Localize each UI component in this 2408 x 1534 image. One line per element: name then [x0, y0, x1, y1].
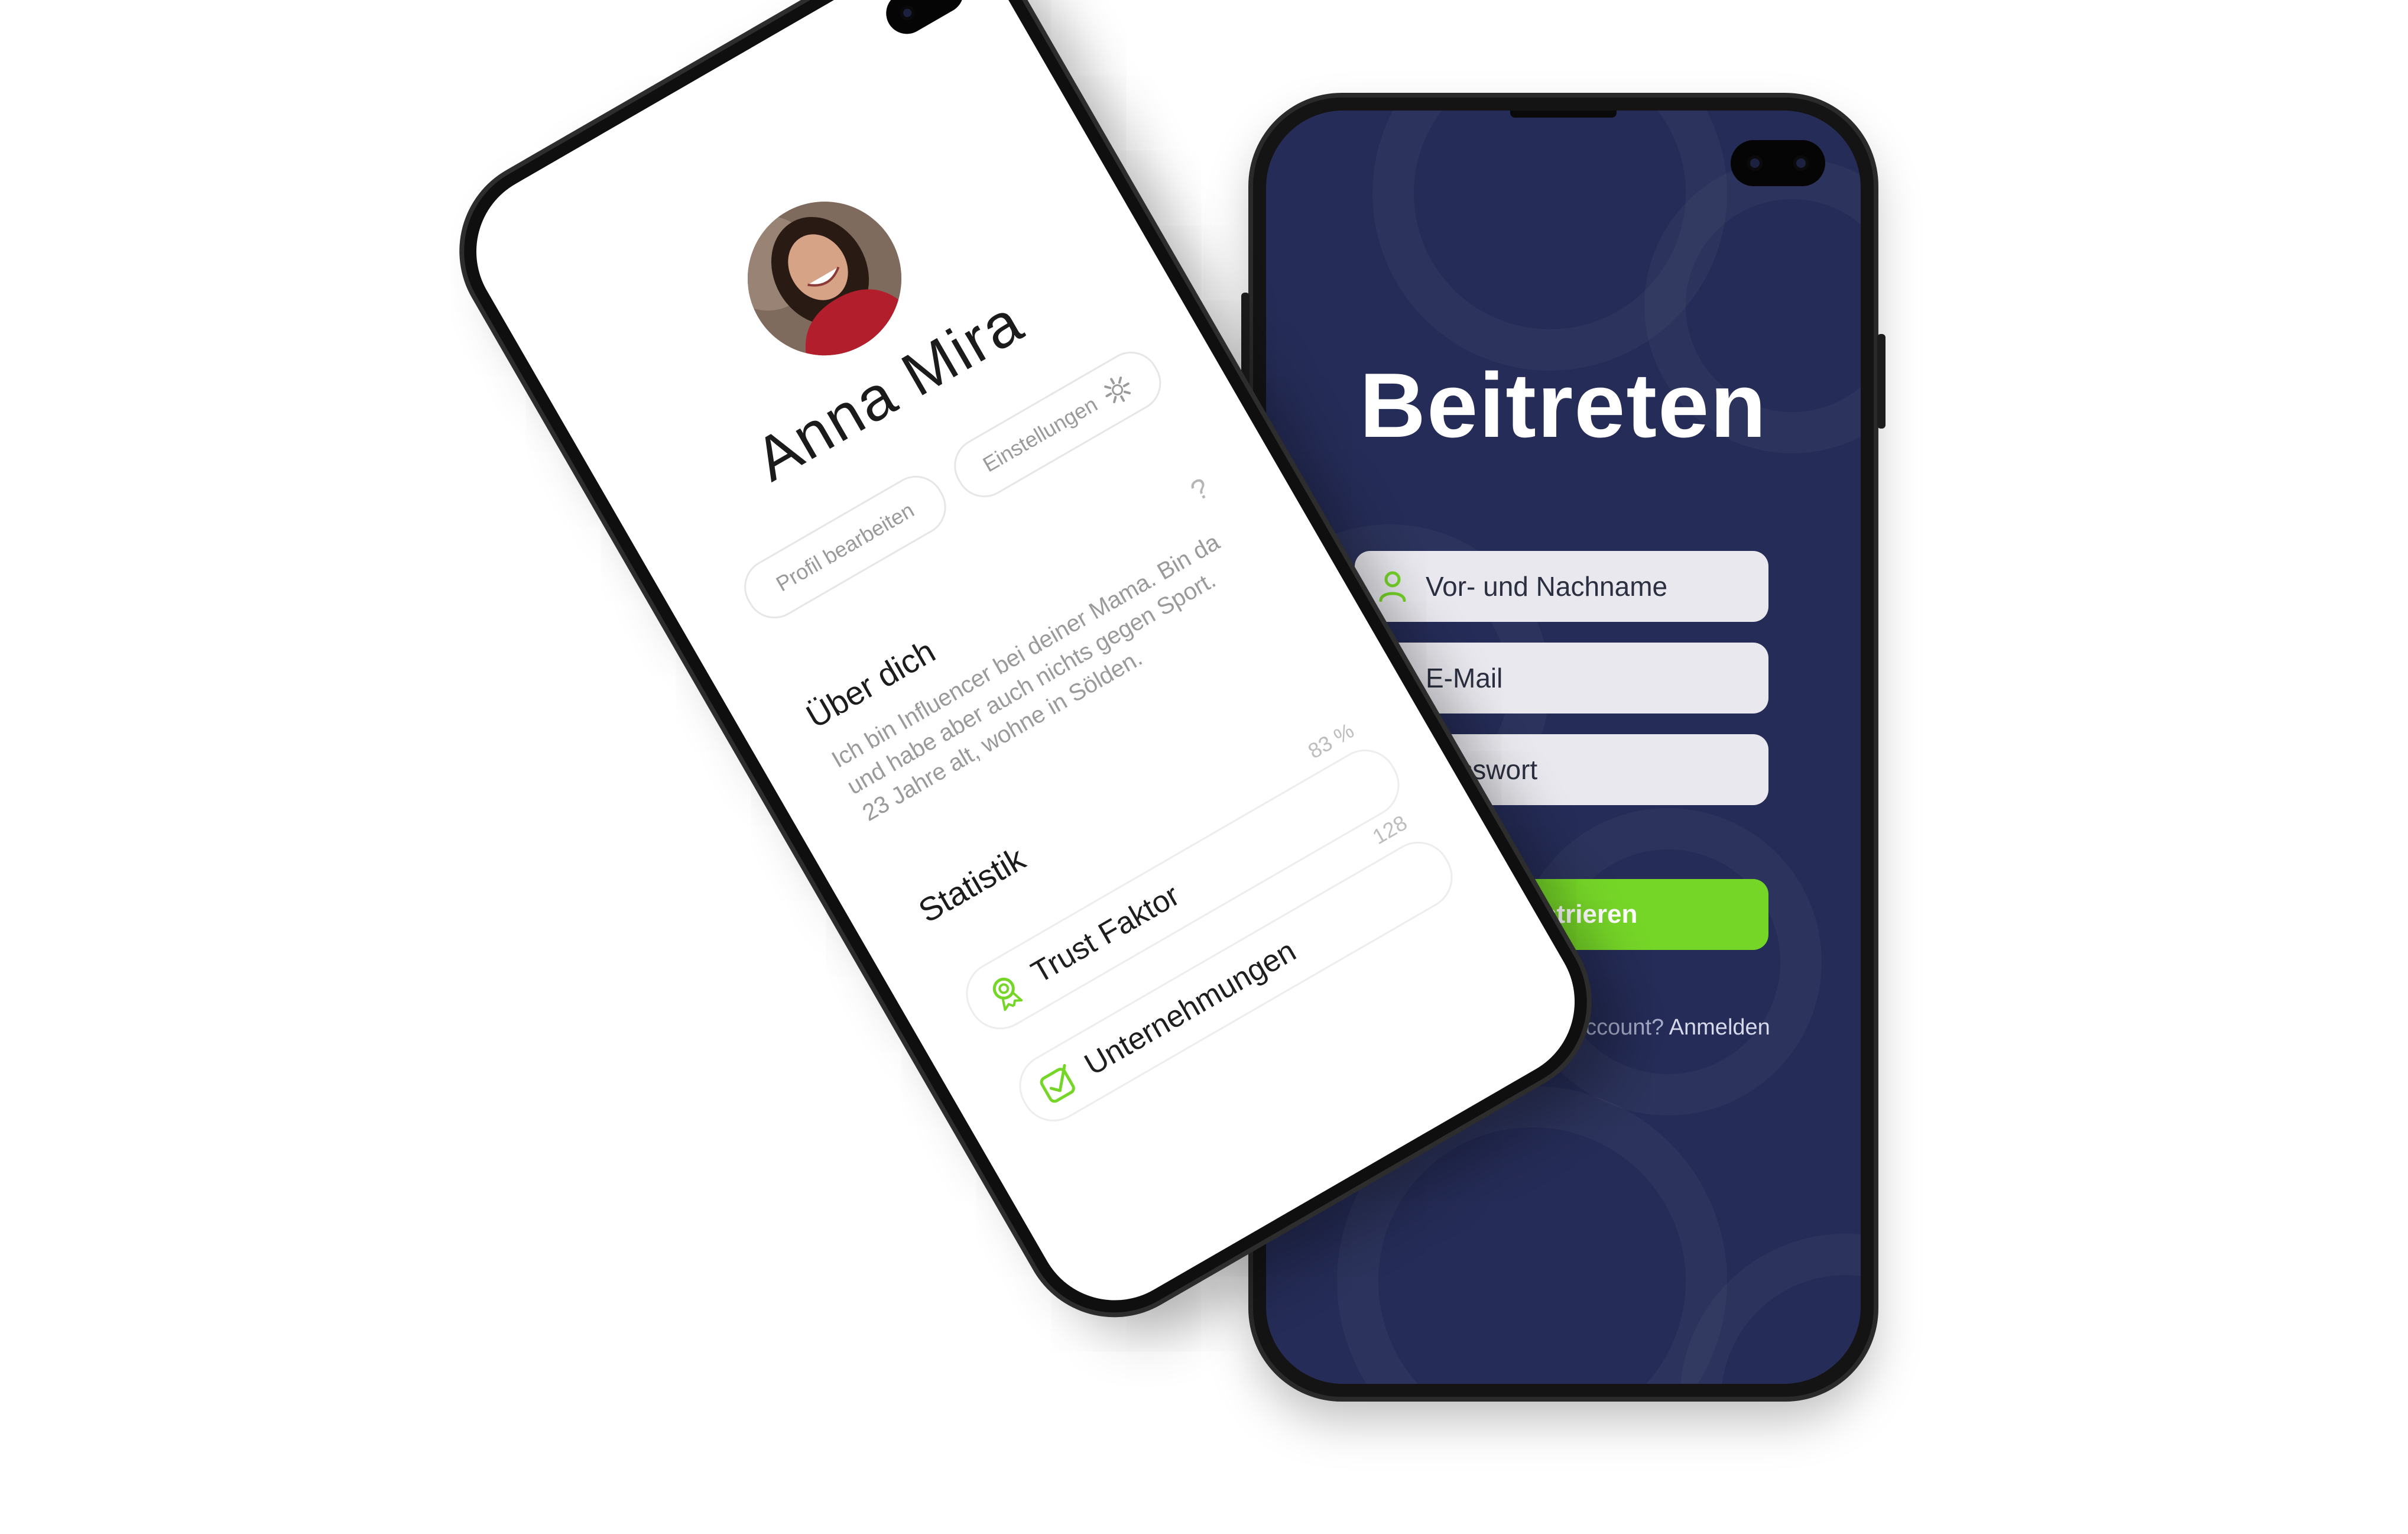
power-button [1877, 334, 1885, 429]
front-camera [1731, 140, 1825, 186]
mockup-scene: Beitreten Vor- und Nachname E-Mail Passw… [0, 0, 2408, 1534]
camera-lens [1793, 155, 1809, 171]
stat-label: Trust Faktor [1025, 878, 1186, 990]
page-title: Beitreten [1359, 354, 1767, 456]
email-placeholder: E-Mail [1426, 663, 1503, 693]
user-icon [1375, 569, 1410, 604]
gear-icon [1098, 369, 1138, 410]
award-icon [981, 968, 1030, 1016]
settings-label: Einstellungen [978, 391, 1102, 477]
help-icon[interactable]: ? [1185, 472, 1215, 508]
name-field[interactable]: Vor- und Nachname [1355, 551, 1768, 622]
name-placeholder: Vor- und Nachname [1426, 571, 1668, 602]
stats-title: Statistik [912, 839, 1031, 930]
login-link[interactable]: Anmelden [1669, 1015, 1770, 1040]
earpiece [1510, 111, 1617, 118]
front-camera [878, 0, 971, 42]
checkbox-icon [1034, 1060, 1083, 1108]
camera-lens [932, 0, 952, 3]
camera-lens [1747, 155, 1763, 171]
edit-profile-label: Profil bearbeiten [771, 497, 919, 596]
camera-lens [897, 3, 917, 23]
stat-value: 83 % [1303, 718, 1358, 764]
